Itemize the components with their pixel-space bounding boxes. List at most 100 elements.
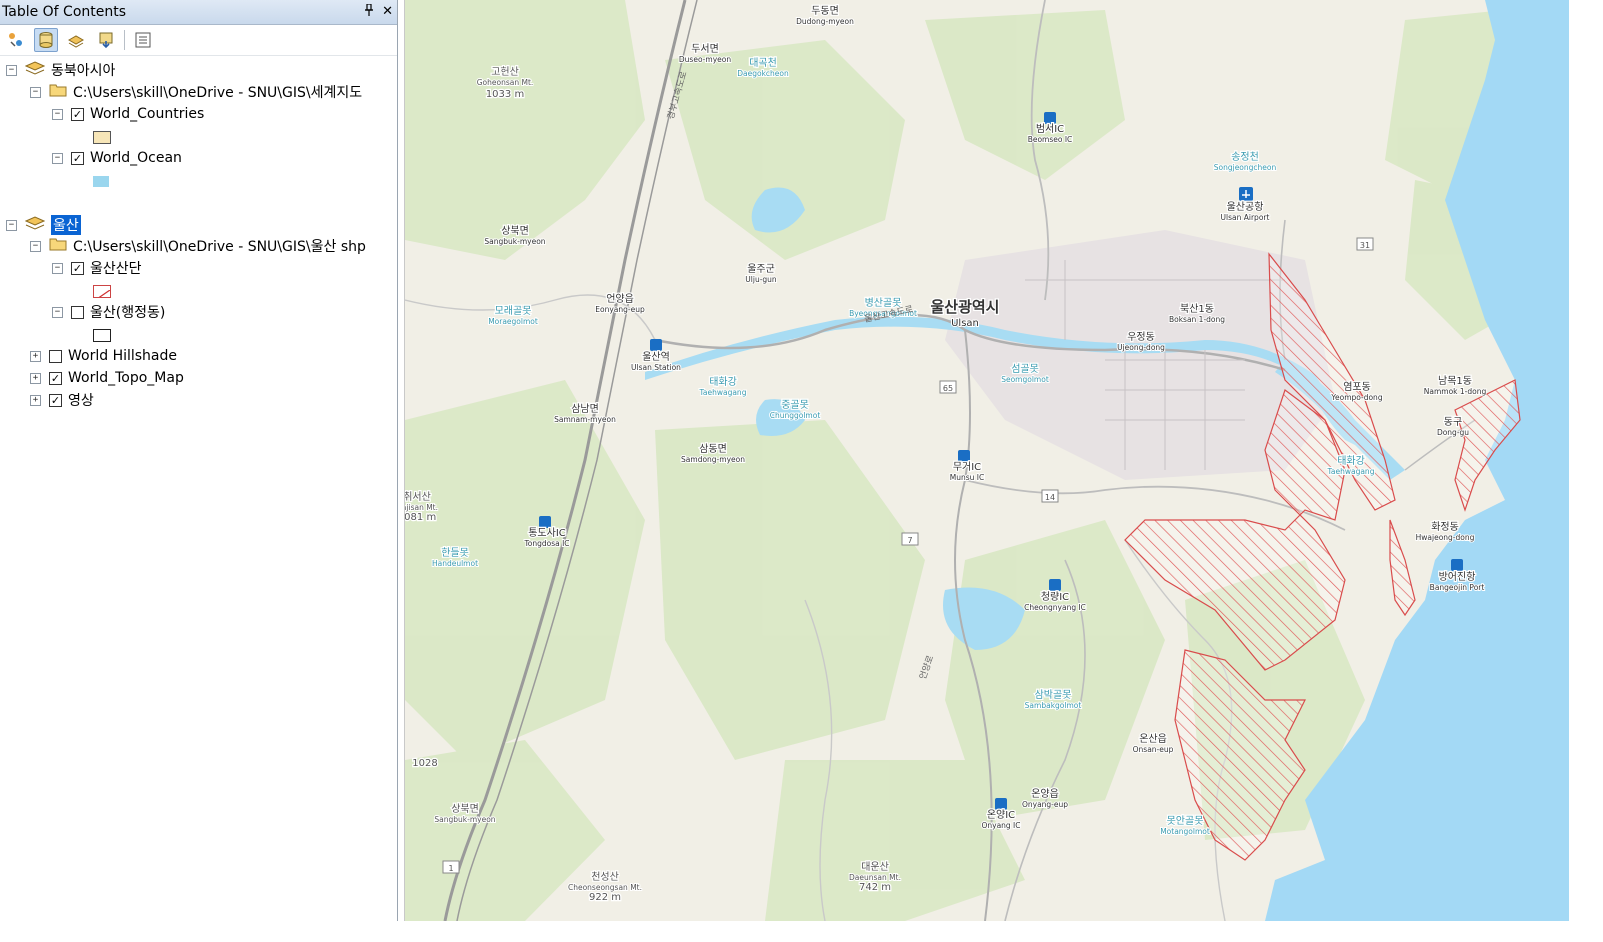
airport-icon (1239, 187, 1253, 201)
toc-title-bar: Table Of Contents ✕ (0, 0, 397, 25)
place-label-romanized: Chunggolmot (770, 411, 821, 420)
place-label-romanized: Ulsan (951, 318, 979, 329)
svg-text:14: 14 (1045, 493, 1055, 502)
layer-group-icon (24, 216, 46, 234)
layer-group-ulsan[interactable]: − 울산 (6, 214, 81, 236)
collapse-icon[interactable]: − (30, 240, 41, 252)
place-label: 무거IC (953, 461, 981, 473)
place-label: 온양읍 (1031, 788, 1059, 800)
place-label: 방어진항 (1439, 571, 1476, 583)
train-station-icon (650, 339, 662, 351)
place-label: 모래골못 (495, 305, 532, 317)
place-label: 삼동면 (699, 443, 727, 455)
layer-label: 영상 (68, 393, 94, 409)
data-frame-folder[interactable]: − C:\Users\skill\OneDrive - SNU\GIS\세계지도 (30, 81, 362, 103)
collapse-icon[interactable]: − (6, 64, 17, 76)
place-label: 두동면 (811, 5, 839, 17)
layer-group-label-selected: 울산 (51, 215, 81, 235)
collapse-icon[interactable]: − (52, 108, 63, 120)
list-by-drawing-order-icon[interactable] (4, 28, 28, 52)
collapse-icon[interactable]: − (52, 262, 63, 274)
place-label-romanized: Bangeojin Port (1430, 583, 1485, 592)
layer-visibility-checkbox[interactable] (71, 305, 84, 319)
place-label-romanized: Boksan 1-dong (1169, 315, 1225, 324)
place-label-romanized: Onsan-eup (1133, 745, 1174, 754)
route-shield: 7 (901, 532, 919, 546)
place-label-romanized: Goheonsan Mt. (477, 78, 534, 87)
layer-world-ocean[interactable]: − ✓ World_Ocean (52, 147, 182, 169)
route-shield: 31 (1356, 237, 1374, 251)
place-label: 천성산 (591, 871, 619, 883)
place-label: 742 m (859, 882, 891, 893)
route-shield: 14 (1041, 489, 1059, 503)
place-label-romanized: Samdong-myeon (681, 455, 745, 464)
place-label: 북산1동 (1180, 303, 1214, 315)
close-icon[interactable]: ✕ (382, 4, 393, 20)
list-by-visibility-icon[interactable] (64, 28, 88, 52)
place-label: 온양IC (987, 809, 1015, 821)
place-label: 울산공항 (1227, 201, 1264, 213)
place-label-romanized: Sambakgolmot (1025, 701, 1082, 710)
layer-visibility-checkbox[interactable]: ✓ (49, 371, 62, 385)
layer-group-label: 동북아시아 (51, 63, 116, 79)
layer-visibility-checkbox[interactable]: ✓ (71, 107, 84, 121)
layer-group-northeast-asia[interactable]: − 동북아시아 (6, 59, 115, 81)
collapse-icon[interactable]: − (30, 86, 41, 98)
list-by-selection-icon[interactable] (94, 28, 118, 52)
layer-ulsan-admin-dong[interactable]: − 울산(행정동) (52, 301, 165, 323)
place-label: 1033 m (486, 89, 524, 100)
data-frame-folder[interactable]: − C:\Users\skill\OneDrive - SNU\GIS\울산 s… (30, 235, 366, 257)
place-label: 태화강 (1337, 455, 1365, 467)
expand-icon[interactable]: + (30, 372, 41, 384)
folder-icon (49, 83, 67, 101)
expand-icon[interactable]: + (30, 350, 41, 362)
interchange-icon (995, 798, 1007, 810)
toolbar-separator (124, 30, 125, 50)
layer-world-topo-map[interactable]: + ✓ World_Topo_Map (30, 367, 184, 389)
place-label: 남목1동 (1438, 375, 1472, 387)
place-label-romanized: Ujeong-dong (1117, 343, 1165, 352)
place-label-romanized: Munsu IC (950, 473, 984, 482)
layer-label: World_Countries (90, 106, 205, 122)
place-label-romanized: Dudong-myeon (796, 17, 854, 26)
expand-icon[interactable]: + (30, 394, 41, 406)
layer-visibility-checkbox[interactable]: ✓ (71, 261, 84, 275)
place-label: 취서산 (405, 491, 431, 503)
options-icon[interactable] (131, 28, 155, 52)
place-label: 상북면 (501, 225, 529, 237)
place-label: 한들못 (441, 547, 469, 559)
place-label-romanized: Beomseo IC (1028, 135, 1073, 144)
layer-world-hillshade[interactable]: + World Hillshade (30, 345, 177, 367)
list-by-source-icon[interactable] (34, 28, 58, 52)
place-label: 범서IC (1036, 123, 1064, 135)
place-label-romanized: Hwajeong-dong (1416, 533, 1475, 542)
collapse-icon[interactable]: − (6, 219, 17, 231)
interchange-icon (1044, 112, 1056, 124)
pin-icon[interactable] (364, 3, 374, 20)
place-label: 울산광역시 (930, 298, 999, 316)
place-label: 태화강 (709, 376, 737, 388)
route-shield: 65 (939, 380, 957, 394)
place-label: 화정동 (1431, 521, 1459, 533)
layer-world-countries[interactable]: − ✓ World_Countries (52, 103, 204, 125)
place-label-romanized: Taehwagang (1327, 467, 1375, 476)
place-label-romanized: Cheongnyang IC (1024, 603, 1086, 612)
topographic-basemap[interactable]: 31 65 14 7 1 두동면Dudong-myeon 두서면Duseo-mye… (405, 0, 1569, 921)
collapse-icon[interactable]: − (52, 152, 63, 164)
place-label-romanized: Moraegolmot (488, 317, 538, 326)
map-view[interactable]: 31 65 14 7 1 두동면 Dudong-myeon 두서면 Duseo-mye… (404, 0, 1569, 921)
layer-imagery[interactable]: + ✓ 영상 (30, 389, 94, 411)
place-label-romanized: Ulsan Airport (1221, 213, 1270, 222)
layer-visibility-checkbox[interactable] (49, 349, 62, 363)
layer-visibility-checkbox[interactable]: ✓ (71, 151, 84, 165)
svg-text:65: 65 (943, 384, 953, 393)
place-label-romanized: Taehwagang (699, 388, 747, 397)
layer-ulsan-industrial[interactable]: − ✓ 울산산단 (52, 257, 142, 279)
layer-visibility-checkbox[interactable]: ✓ (49, 393, 62, 407)
svg-text:31: 31 (1360, 241, 1370, 250)
place-label-romanized: Daeunsan Mt. (849, 873, 901, 882)
place-label: 언양읍 (606, 293, 634, 305)
collapse-icon[interactable]: − (52, 306, 63, 318)
place-label-romanized: Daegokcheon (737, 69, 789, 78)
place-label: 못안골못 (1167, 815, 1204, 827)
